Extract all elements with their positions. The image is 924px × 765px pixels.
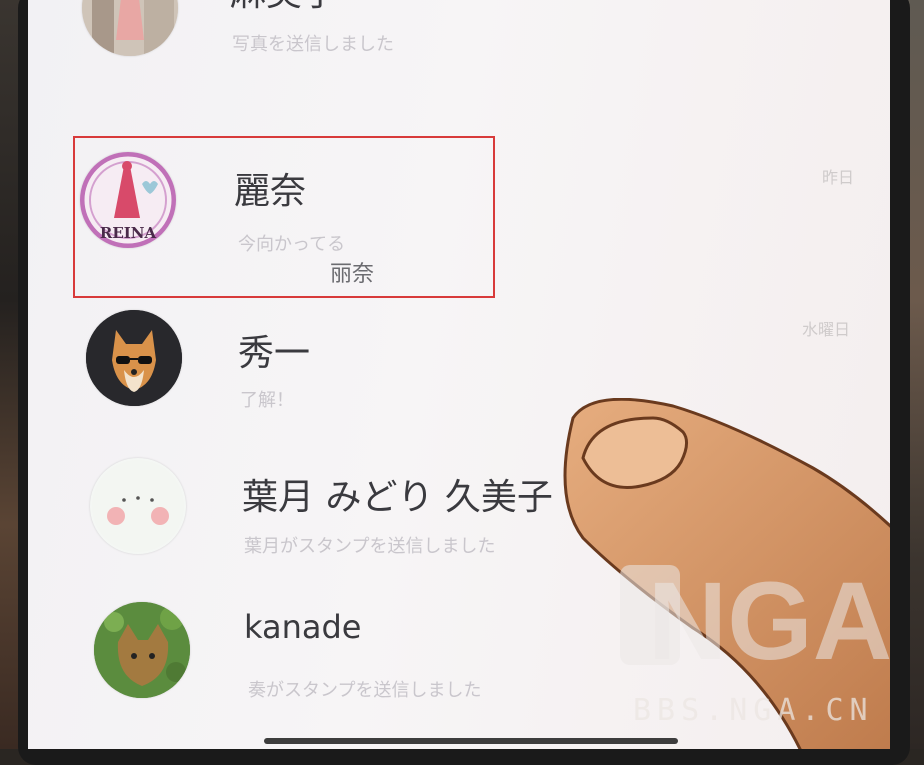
chat-time: 水曜日: [802, 320, 851, 339]
nga-watermark-logo: NGA: [620, 560, 892, 683]
home-indicator: [264, 738, 678, 744]
watermark-text: BBS.NGA.CN: [633, 693, 874, 728]
blush-face-avatar: [90, 458, 186, 554]
chat-time: 昨日: [822, 168, 855, 187]
highlight-box: [73, 136, 495, 298]
shiba-dog-avatar: [86, 310, 182, 406]
chat-preview: 了解！: [240, 390, 294, 411]
mamiko-avatar: [82, 0, 178, 56]
chat-row-mamiko[interactable]: 麻美子 写真を送信しました: [28, 0, 890, 102]
chat-preview: 葉月がスタンプを送信しました: [244, 536, 496, 557]
chat-name: 秀一: [238, 333, 311, 374]
svg-text:NGA: NGA: [648, 560, 892, 683]
chat-name: 麻美子: [230, 0, 338, 16]
chat-preview: 奏がスタンプを送信しました: [248, 680, 482, 701]
chat-preview: 写真を送信しました: [232, 34, 394, 55]
chat-name: kanade: [244, 608, 362, 646]
chat-name: 葉月 みどり 久美子: [242, 477, 553, 518]
dog-avatar: [94, 602, 190, 698]
annotation-label: 丽奈: [330, 262, 375, 287]
